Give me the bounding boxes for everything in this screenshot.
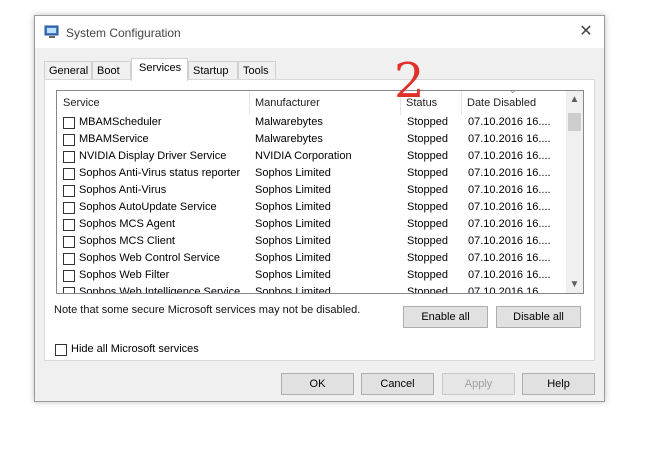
date-disabled-cell: 07.10.2016 16....: [468, 235, 551, 247]
status-cell: Stopped: [407, 150, 448, 162]
window-title: System Configuration: [66, 26, 181, 40]
date-disabled-cell: 07.10.2016 16....: [468, 150, 551, 162]
date-disabled-cell: 07.10.2016 16....: [468, 218, 551, 230]
service-name-cell: Sophos MCS Agent: [79, 218, 176, 230]
service-name-cell: Sophos Web Intelligence Service: [79, 286, 241, 294]
close-icon[interactable]: ✕: [576, 22, 596, 42]
hide-microsoft-services-checkbox[interactable]: [55, 344, 67, 356]
table-row[interactable]: Sophos MCS Client Sophos Limited Stopped 07…: [57, 234, 564, 251]
list-header: Service Manufacturer Status Date Disable…: [57, 91, 564, 115]
service-checkbox[interactable]: [63, 270, 75, 282]
status-cell: Stopped: [407, 235, 448, 247]
manufacturer-cell: Sophos Limited: [255, 252, 331, 264]
service-name-cell: MBAMService: [79, 133, 149, 145]
date-disabled-cell: 07.10.2016 16....: [468, 184, 551, 196]
date-disabled-cell: 07.10.2016 16....: [468, 167, 551, 179]
table-row[interactable]: Sophos Anti-Virus status reporter Sophos …: [57, 166, 564, 183]
manufacturer-cell: Malwarebytes: [255, 133, 323, 145]
manufacturer-cell: Sophos Limited: [255, 218, 331, 230]
column-header-service[interactable]: Service: [57, 91, 249, 115]
manufacturer-cell: Sophos Limited: [255, 269, 331, 281]
manufacturer-cell: Sophos Limited: [255, 201, 331, 213]
service-name-cell: Sophos Anti-Virus status reporter: [79, 167, 241, 179]
service-checkbox[interactable]: [63, 168, 75, 180]
disable-all-button[interactable]: Disable all: [496, 306, 581, 328]
manufacturer-cell: Sophos Limited: [255, 184, 331, 196]
tab-tools[interactable]: Tools: [238, 61, 276, 80]
system-configuration-window: System Configuration ✕ General Boot Serv…: [34, 15, 605, 402]
status-cell: Stopped: [407, 184, 448, 196]
status-cell: Stopped: [407, 252, 448, 264]
status-cell: Stopped: [407, 133, 448, 145]
sort-arrow-icon: ⌄: [509, 90, 517, 95]
scroll-up-icon[interactable]: ▲: [566, 91, 583, 108]
date-disabled-cell: 07.10.2016 16....: [468, 269, 551, 281]
table-row[interactable]: Sophos MCS Agent Sophos Limited Stopped 07.…: [57, 217, 564, 234]
service-checkbox[interactable]: [63, 151, 75, 163]
title-bar: System Configuration ✕: [35, 16, 604, 48]
service-name-cell: Sophos Web Control Service: [79, 252, 221, 264]
status-cell: Stopped: [407, 167, 448, 179]
table-row[interactable]: MBAMScheduler Malwarebytes Stopped 07.10.20…: [57, 115, 564, 132]
service-checkbox[interactable]: [63, 236, 75, 248]
manufacturer-cell: Sophos Limited: [255, 235, 331, 247]
date-disabled-cell: 07.10.2016 16....: [468, 116, 551, 128]
tab-services[interactable]: Services: [131, 58, 188, 81]
tab-startup[interactable]: Startup: [188, 61, 238, 80]
status-cell: Stopped: [407, 116, 448, 128]
service-checkbox[interactable]: [63, 219, 75, 231]
table-row[interactable]: MBAMService Malwarebytes Stopped 07.10.2016…: [57, 132, 564, 149]
service-checkbox[interactable]: [63, 287, 75, 293]
table-row[interactable]: Sophos Anti-Virus Sophos Limited Stopped 07…: [57, 183, 564, 200]
ok-button[interactable]: OK: [281, 373, 354, 395]
scroll-down-icon[interactable]: ▼: [566, 276, 583, 293]
status-cell: Stopped: [407, 201, 448, 213]
msconfig-app-icon: [44, 25, 59, 38]
table-row[interactable]: Sophos Web Control Service Sophos Limited…: [57, 251, 564, 268]
hide-microsoft-services-label[interactable]: Hide all Microsoft services: [71, 343, 199, 355]
status-cell: Stopped: [407, 218, 448, 230]
scrollbar-thumb[interactable]: [568, 113, 581, 131]
service-name-cell: Sophos Web Filter: [79, 269, 170, 281]
step-annotation-number: 2: [394, 53, 425, 109]
services-panel: Service Manufacturer Status Date Disable…: [44, 79, 595, 361]
service-name-cell: MBAMScheduler: [79, 116, 162, 128]
service-name-cell: Sophos Anti-Virus: [79, 184, 167, 196]
service-checkbox[interactable]: [63, 117, 75, 129]
status-cell: Stopped: [407, 286, 448, 294]
column-header-manufacturer[interactable]: Manufacturer: [249, 91, 400, 115]
service-checkbox[interactable]: [63, 134, 75, 146]
date-disabled-cell: 07.10.2016 16....: [468, 133, 551, 145]
enable-all-button[interactable]: Enable all: [403, 306, 488, 328]
table-row[interactable]: Sophos Web Filter Sophos Limited Stopped 07…: [57, 268, 564, 285]
service-name-cell: NVIDIA Display Driver Service: [79, 150, 227, 162]
table-row[interactable]: Sophos AutoUpdate Service Sophos Limited S…: [57, 200, 564, 217]
manufacturer-cell: NVIDIA Corporation: [255, 150, 352, 162]
secure-services-note: Note that some secure Microsoft services…: [54, 304, 361, 316]
tab-boot[interactable]: Boot: [92, 61, 131, 80]
service-checkbox[interactable]: [63, 202, 75, 214]
manufacturer-cell: Malwarebytes: [255, 116, 323, 128]
date-disabled-cell: 07.10.2016 16....: [468, 201, 551, 213]
tab-general[interactable]: General: [44, 61, 92, 80]
service-checkbox[interactable]: [63, 253, 75, 265]
help-button[interactable]: Help: [522, 373, 595, 395]
service-checkbox[interactable]: [63, 185, 75, 197]
cancel-button[interactable]: Cancel: [361, 373, 434, 395]
manufacturer-cell: Sophos Limited: [255, 286, 331, 294]
apply-button[interactable]: Apply: [442, 373, 515, 395]
table-row[interactable]: NVIDIA Display Driver Service NVIDIA Corp…: [57, 149, 564, 166]
service-name-cell: Sophos MCS Client: [79, 235, 175, 247]
date-disabled-cell: 07.10.2016 16....: [468, 252, 551, 264]
date-disabled-cell: 07.10.2016 16....: [468, 286, 551, 294]
service-name-cell: Sophos AutoUpdate Service: [79, 201, 217, 213]
vertical-scrollbar[interactable]: ▲ ▼: [566, 91, 583, 293]
manufacturer-cell: Sophos Limited: [255, 167, 331, 179]
status-cell: Stopped: [407, 269, 448, 281]
services-list[interactable]: Service Manufacturer Status Date Disable…: [56, 90, 584, 294]
table-row[interactable]: Sophos Web Intelligence Service Sophos Li…: [57, 285, 564, 294]
